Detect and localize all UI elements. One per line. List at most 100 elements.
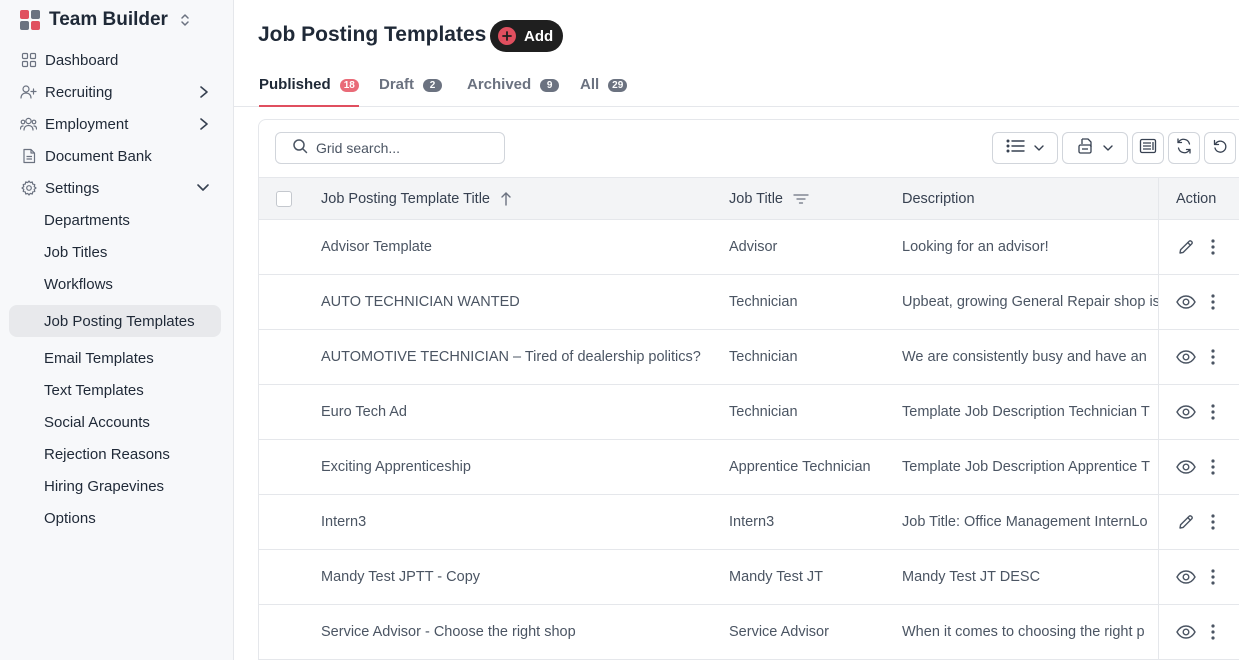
sidebar-subitem-text-templates[interactable]: Text Templates [44,378,144,402]
eye-icon [1176,405,1196,419]
action-cell [1158,220,1239,274]
sidebar-subitem-email-templates[interactable]: Email Templates [44,346,154,370]
view-button[interactable] [1176,292,1196,312]
edit-button[interactable] [1176,512,1196,532]
table-row[interactable]: Exciting Apprenticeship Apprentice Techni… [259,440,1239,495]
sort-ascending-icon[interactable] [500,191,512,207]
table-row[interactable]: Intern3 Intern3 Job Title: Office Manageme… [259,495,1239,550]
tab-all[interactable]: All 29 [580,76,628,107]
export-button[interactable] [1062,132,1128,164]
sidebar-subitem-workflows[interactable]: Workflows [44,272,113,296]
table-row[interactable]: AUTOMOTIVE TECHNICIAN – Tired of dealers… [259,330,1239,385]
sidebar-subitem-departments[interactable]: Departments [44,208,130,232]
action-cell [1158,385,1239,439]
action-cell [1158,330,1239,384]
undo-icon [1212,138,1228,159]
sidebar-item-settings[interactable]: Settings [20,176,220,200]
cell-description: Job Title: Office Management InternLo [902,514,1148,530]
cell-job-title: Technician [729,294,798,310]
cell-template-title[interactable]: Service Advisor - Choose the right shop [321,605,721,659]
column-header-description[interactable]: Description [902,178,975,220]
sidebar-item-recruiting[interactable]: Recruiting [20,80,220,104]
column-header-job-title[interactable]: Job Title [729,178,809,220]
more-vertical-icon [1211,239,1215,255]
cell-job-title: Technician [729,349,798,365]
cell-template-title[interactable]: AUTOMOTIVE TECHNICIAN – Tired of dealers… [321,330,721,384]
sidebar-item-dashboard[interactable]: Dashboard [20,48,220,72]
switch-chevrons-icon[interactable] [180,12,190,28]
eye-icon [1176,350,1196,364]
chevron-down-icon [1103,139,1113,157]
sidebar-subitem-hiring-grapevines[interactable]: Hiring Grapevines [44,474,164,498]
cell-description: Mandy Test JT DESC [902,569,1041,585]
more-options-button[interactable] [1206,237,1220,257]
list-icon [1006,139,1026,158]
tab-archived[interactable]: Archived 9 [467,76,560,107]
more-vertical-icon [1211,294,1215,310]
cell-description: Upbeat, growing General Repair shop is [902,294,1158,310]
more-options-button[interactable] [1206,567,1220,587]
edit-button[interactable] [1176,237,1196,257]
table-row[interactable]: Advisor Template Advisor Looking for an ad… [259,220,1239,275]
cell-template-title[interactable]: Exciting Apprenticeship [321,440,721,494]
count-badge: 18 [339,79,359,92]
users-icon [20,116,37,133]
cell-template-title[interactable]: Mandy Test JPTT - Copy [321,550,721,604]
page-title: Job Posting Templates [258,23,487,46]
cell-template-title[interactable]: Advisor Template [321,220,721,274]
more-vertical-icon [1211,349,1215,365]
table-row[interactable]: AUTO TECHNICIAN WANTED Technician Upbeat, … [259,275,1239,330]
more-vertical-icon [1211,459,1215,475]
cell-description: Template Job Description Technician T [902,404,1150,420]
add-button[interactable]: Add [490,20,563,52]
app-brand[interactable]: Team Builder [20,8,190,32]
refresh-button[interactable] [1168,132,1200,164]
table-row[interactable]: Service Advisor - Choose the right shop S… [259,605,1239,660]
cell-template-title[interactable]: Euro Tech Ad [321,385,721,439]
cell-description: Looking for an advisor! [902,239,1049,255]
action-cell [1158,495,1239,549]
more-options-button[interactable] [1206,512,1220,532]
cell-template-title[interactable]: AUTO TECHNICIAN WANTED [321,275,721,329]
sidebar-subitem-job-titles[interactable]: Job Titles [44,240,107,264]
tab-published[interactable]: Published 18 [259,76,359,107]
more-options-button[interactable] [1206,457,1220,477]
sidebar-subitem-job-posting-templates[interactable]: Job Posting Templates [44,309,195,333]
sidebar-item-document-bank[interactable]: Document Bank [20,144,220,168]
sidebar-subitem-rejection-reasons[interactable]: Rejection Reasons [44,442,170,466]
table-row[interactable]: Mandy Test JPTT - Copy Mandy Test JT Mandy… [259,550,1239,605]
grid-search[interactable] [275,132,505,164]
columns-icon [1139,138,1157,159]
more-options-button[interactable] [1206,347,1220,367]
view-button[interactable] [1176,402,1196,422]
action-cell [1158,605,1239,659]
view-button[interactable] [1176,567,1196,587]
eye-icon [1176,295,1196,309]
column-header-title[interactable]: Job Posting Template Title [321,178,512,220]
more-options-button[interactable] [1206,292,1220,312]
cell-description: Template Job Description Apprentice T [902,459,1150,475]
search-input[interactable] [316,140,496,156]
reset-button[interactable] [1204,132,1236,164]
more-options-button[interactable] [1206,402,1220,422]
view-options-button[interactable] [992,132,1058,164]
more-vertical-icon [1211,514,1215,530]
view-button[interactable] [1176,622,1196,642]
tab-draft[interactable]: Draft 2 [379,76,443,107]
more-vertical-icon [1211,624,1215,640]
action-cell [1158,550,1239,604]
sidebar-subitem-social-accounts[interactable]: Social Accounts [44,410,150,434]
view-button[interactable] [1176,347,1196,367]
sidebar-subitem-options[interactable]: Options [44,506,96,530]
select-all-checkbox[interactable] [276,191,292,207]
cell-description: We are consistently busy and have an [902,349,1147,365]
table-row[interactable]: Euro Tech Ad Technician Template Job Descr… [259,385,1239,440]
columns-button[interactable] [1132,132,1164,164]
view-button[interactable] [1176,457,1196,477]
sidebar-item-employment[interactable]: Employment [20,112,220,136]
more-options-button[interactable] [1206,622,1220,642]
cell-template-title[interactable]: Intern3 [321,495,721,549]
user-plus-icon [20,84,37,101]
filter-icon[interactable] [793,193,809,205]
action-column-header: Action [1158,178,1239,219]
